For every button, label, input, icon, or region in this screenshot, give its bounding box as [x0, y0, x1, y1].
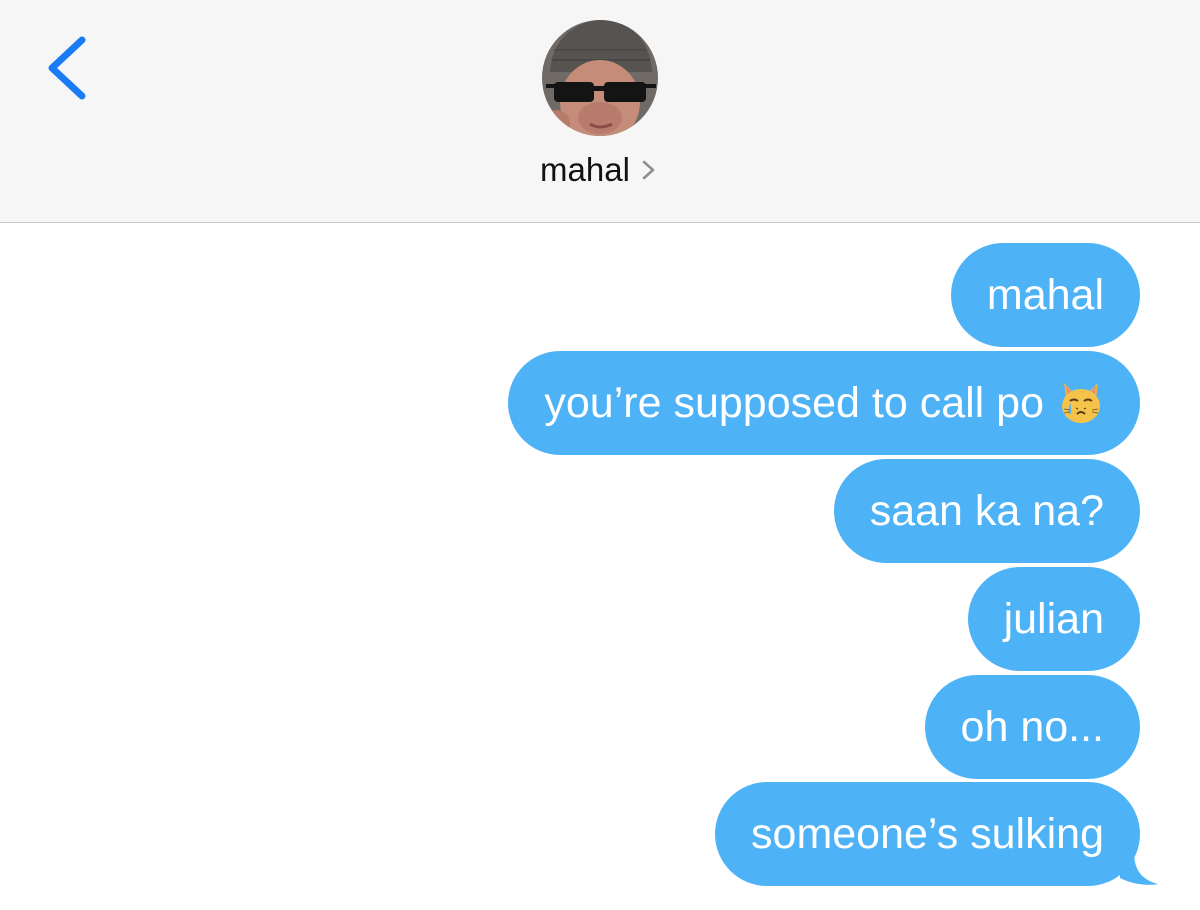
message-text: julian [1003, 595, 1104, 643]
conversation-header: mahal [0, 0, 1200, 223]
message-text: mahal [986, 271, 1104, 319]
chevron-right-icon [642, 160, 655, 180]
chevron-left-icon [48, 36, 86, 100]
message-row: mahal [950, 243, 1140, 347]
avatar-photo [542, 20, 658, 136]
contact-name: mahal [540, 151, 630, 188]
message-row: someone’s sulking [715, 782, 1158, 886]
outgoing-message-bubble[interactable]: you’re supposed to call po [508, 351, 1140, 455]
message-text: you’re supposed to call po [544, 379, 1044, 427]
bubble-tail [1120, 852, 1158, 885]
message-thread[interactable]: mahal you’re supposed to call po saan ka… [0, 223, 1200, 910]
message-text: someone’s sulking [751, 810, 1104, 858]
contact-details-button[interactable]: mahal [540, 148, 660, 192]
back-button[interactable] [38, 28, 98, 108]
outgoing-message-bubble[interactable]: julian [967, 567, 1140, 671]
outgoing-message-bubble[interactable]: saan ka na? [833, 459, 1140, 563]
message-row: saan ka na? [833, 459, 1140, 563]
message-text: oh no... [960, 703, 1104, 751]
outgoing-message-bubble[interactable]: oh no... [924, 675, 1140, 779]
contact-name-row: mahal [0, 148, 1200, 192]
message-row: oh no... [924, 675, 1140, 779]
message-text: saan ka na? [869, 487, 1104, 535]
outgoing-message-bubble[interactable]: someone’s sulking [715, 782, 1158, 886]
contact-avatar[interactable] [542, 20, 658, 136]
message-row: julian [967, 567, 1140, 671]
crying-cat-face-icon [1062, 382, 1100, 423]
outgoing-message-bubble[interactable]: mahal [950, 243, 1140, 347]
message-row: you’re supposed to call po [508, 351, 1140, 455]
